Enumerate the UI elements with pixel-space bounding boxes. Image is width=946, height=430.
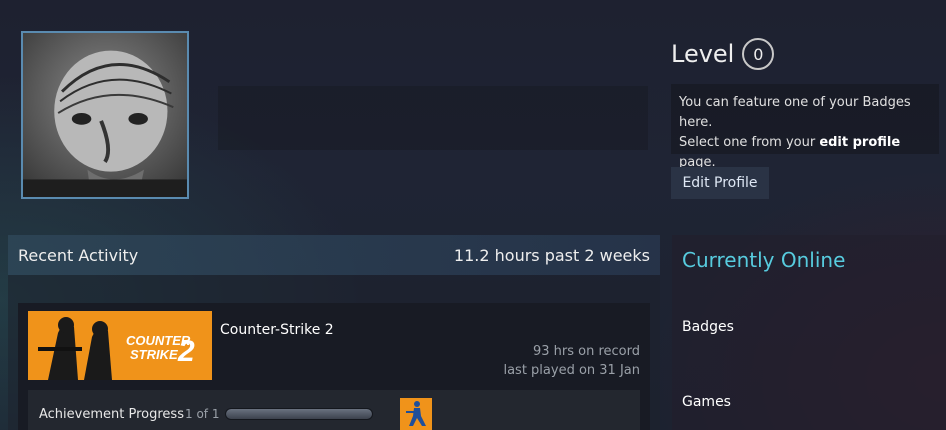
level-display: Level 0 — [671, 38, 775, 70]
game-logo-icon: COUNTER STRIKE 2 — [28, 311, 212, 380]
recent-activity-header: Recent Activity 11.2 hours past 2 weeks — [8, 235, 660, 275]
profile-avatar — [21, 31, 189, 199]
achievement-progress-label: Achievement Progress — [39, 407, 184, 422]
achievement-progress-fill — [226, 409, 372, 419]
avatar-image — [23, 33, 187, 197]
game-hours-on-record: 93 hrs on record — [532, 344, 640, 359]
sidebar-link-badges[interactable]: Badges — [682, 319, 734, 335]
badge-note-prefix: Select one from your — [679, 135, 820, 150]
badge-note-line1: You can feature one of your Badges here. — [679, 95, 911, 130]
level-badge: 0 — [742, 38, 775, 70]
achievement-icon[interactable] — [400, 398, 432, 430]
achievement-progress-bar — [225, 408, 373, 420]
achievement-badge-icon — [400, 398, 432, 430]
game-name[interactable]: Counter-Strike 2 — [220, 322, 334, 338]
game-capsule-image[interactable]: COUNTER STRIKE 2 — [28, 311, 212, 380]
profile-name-area — [218, 86, 648, 150]
game-last-played: last played on 31 Jan — [503, 363, 640, 378]
featured-badge-note: You can feature one of your Badges here.… — [671, 84, 939, 170]
edit-profile-button[interactable]: Edit Profile — [671, 167, 769, 199]
level-label: Level — [671, 40, 735, 68]
recent-activity-hours: 11.2 hours past 2 weeks — [453, 245, 650, 265]
recent-activity-title: Recent Activity — [18, 245, 139, 265]
achievement-count: 1 of 1 — [185, 407, 220, 421]
sidebar-link-games[interactable]: Games — [682, 394, 731, 410]
online-status: Currently Online — [682, 248, 846, 272]
svg-text:2: 2 — [177, 335, 195, 368]
svg-text:STRIKE: STRIKE — [130, 347, 178, 362]
edit-profile-link[interactable]: edit profile — [819, 135, 900, 150]
